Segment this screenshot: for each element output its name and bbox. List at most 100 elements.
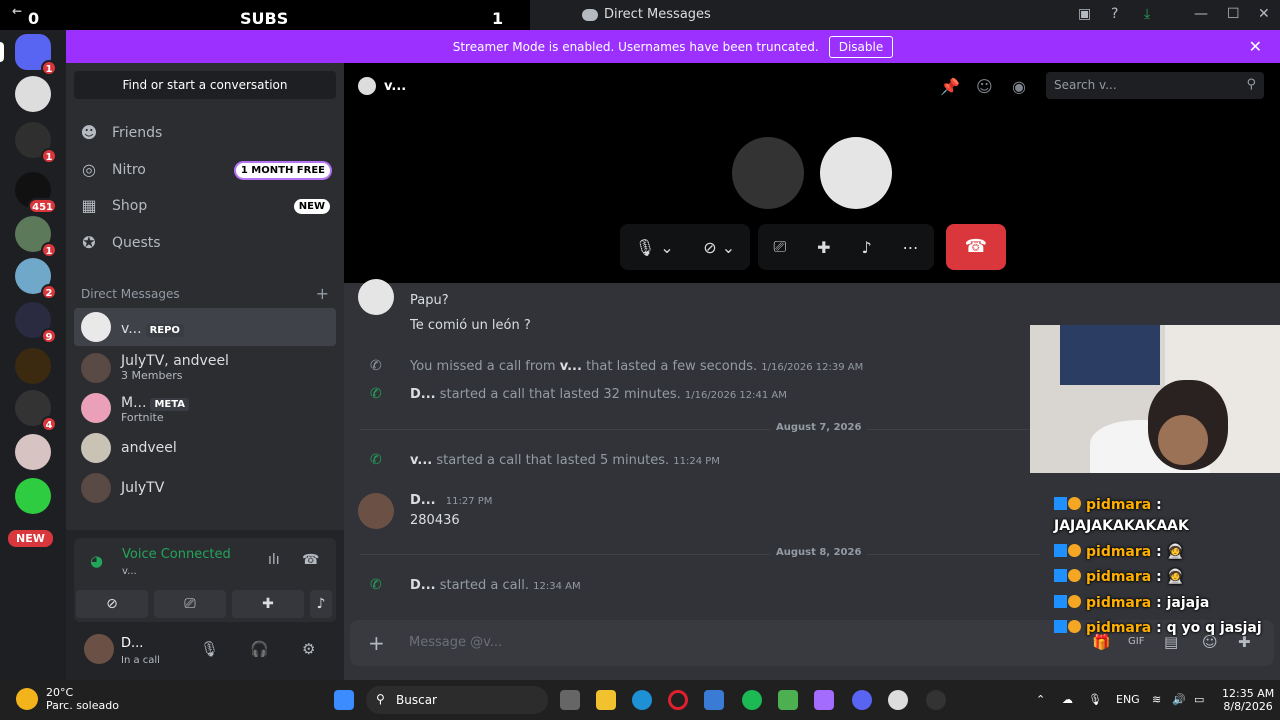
- dm-item[interactable]: andveel: [74, 429, 336, 467]
- nitro-icon: ◎: [82, 160, 96, 179]
- minimize-icon[interactable]: —: [1194, 6, 1208, 22]
- discord-taskbar-icon[interactable]: [852, 690, 872, 710]
- app-icon[interactable]: [926, 690, 946, 710]
- dm-item[interactable]: M... META Fortnite: [74, 389, 336, 427]
- nav-shop[interactable]: ▦ Shop NEW: [80, 190, 330, 222]
- signal-icon: ◕: [90, 552, 104, 570]
- gif-icon[interactable]: GIF: [1128, 636, 1144, 647]
- server-icon[interactable]: [15, 348, 51, 384]
- screen-share-button[interactable]: ⎚: [154, 590, 226, 618]
- user-status: In a call: [121, 655, 160, 666]
- add-friend-icon[interactable]: ☺: [976, 77, 993, 96]
- nav-friends[interactable]: ☻ Friends: [80, 117, 330, 149]
- wifi-icon[interactable]: ≋: [1152, 693, 1161, 706]
- mic-tray-icon[interactable]: 🎙: [1088, 693, 1102, 706]
- search-icon: ⚲: [1246, 77, 1256, 92]
- create-dm-icon[interactable]: +: [316, 284, 329, 303]
- disable-button[interactable]: Disable: [828, 35, 894, 58]
- headphones-icon[interactable]: 🎧: [250, 640, 269, 658]
- attach-plus-icon[interactable]: +: [368, 631, 385, 655]
- file-explorer-icon[interactable]: [596, 690, 616, 710]
- battery-icon[interactable]: ▭: [1194, 693, 1204, 706]
- camera-off-icon[interactable]: ⊘ ⌄: [703, 238, 735, 257]
- dm-item[interactable]: JulyTV, andveel 3 Members: [74, 349, 336, 387]
- pin-icon[interactable]: 📌: [940, 77, 960, 96]
- message-text: Papu?: [410, 293, 449, 308]
- app-icon[interactable]: [888, 690, 908, 710]
- activities-icon[interactable]: ✚: [817, 238, 830, 257]
- close-icon[interactable]: ✕: [1258, 6, 1270, 22]
- search-input[interactable]: Search v... ⚲: [1046, 72, 1264, 99]
- disconnect-icon[interactable]: ☎: [302, 552, 319, 568]
- settings-gear-icon[interactable]: ⚙: [302, 640, 315, 658]
- soundboard-icon[interactable]: ♪: [861, 238, 871, 257]
- server-icon[interactable]: 451: [15, 172, 57, 214]
- home-button[interactable]: 1: [15, 34, 57, 76]
- start-icon[interactable]: [334, 690, 354, 710]
- date-divider: August 8, 2026: [360, 547, 1040, 558]
- store-icon[interactable]: [704, 690, 724, 710]
- hang-up-button[interactable]: ☎: [946, 224, 1006, 270]
- download-icon[interactable]: ⤓: [1144, 6, 1150, 22]
- badge-icon: [1068, 620, 1081, 633]
- server-icon[interactable]: 2: [15, 258, 57, 300]
- find-conversation-button[interactable]: Find or start a conversation: [74, 71, 336, 99]
- dm-item[interactable]: v... REPO: [74, 308, 336, 346]
- stream-chat-line: pidmara : 🧑‍🚀: [1054, 544, 1184, 560]
- shop-tag: NEW: [293, 198, 330, 214]
- minecraft-icon[interactable]: [778, 690, 798, 710]
- onedrive-icon[interactable]: ☁: [1062, 693, 1073, 706]
- dm-avatar-server[interactable]: [15, 76, 51, 112]
- help-icon[interactable]: ?: [1111, 6, 1118, 22]
- avatar: [81, 393, 111, 423]
- taskbar-search[interactable]: ⚲ Buscar: [366, 686, 548, 714]
- call-actions: ⎚ ✚ ♪ ⋯: [758, 224, 934, 270]
- nav-quests[interactable]: ✪ Quests: [80, 227, 330, 259]
- soundboard-button[interactable]: ♪: [310, 590, 332, 618]
- tray-chevron-icon[interactable]: ⌃: [1036, 693, 1045, 706]
- dm-avatar-server[interactable]: 1: [15, 122, 57, 164]
- nav-nitro[interactable]: ◎ Nitro 1 MONTH FREE: [80, 154, 330, 186]
- screen-share-icon[interactable]: ⎚: [773, 237, 786, 257]
- avatar: [358, 77, 376, 95]
- activities-button[interactable]: ✚: [232, 590, 304, 618]
- volume-icon[interactable]: 🔊: [1172, 693, 1186, 706]
- badge-icon: [1068, 497, 1081, 510]
- microphone-icon[interactable]: 🎙 ⌄: [635, 238, 674, 257]
- avatar: [358, 279, 394, 315]
- opera-icon[interactable]: [668, 690, 688, 710]
- message-input[interactable]: Message @v...: [409, 635, 502, 650]
- more-icon[interactable]: ⋯: [903, 238, 919, 257]
- stream-chat-line: pidmara :: [1054, 497, 1162, 513]
- server-icon[interactable]: 4: [15, 390, 57, 432]
- server-icon[interactable]: [15, 434, 51, 470]
- spotify-icon[interactable]: [742, 690, 762, 710]
- language-indicator[interactable]: ENG: [1116, 693, 1140, 706]
- copilot-icon[interactable]: [814, 690, 834, 710]
- stream-chat-line: pidmara : 🧑‍🚀: [1054, 569, 1184, 585]
- microphone-icon[interactable]: 🎙: [200, 640, 219, 658]
- noise-suppression-icon[interactable]: ılı: [268, 552, 280, 568]
- system-message: D... started a call. 12:34 AM: [410, 578, 581, 593]
- clock[interactable]: 12:35 AM 8/8/2026: [1222, 687, 1274, 713]
- weather-widget[interactable]: 20°C Parc. soleado: [16, 686, 119, 712]
- close-banner-icon[interactable]: ✕: [1249, 37, 1262, 56]
- avatar: [81, 312, 111, 342]
- user-panel: D... In a call 🎙 🎧 ⚙: [66, 628, 344, 680]
- voice-channel: v...: [122, 566, 137, 577]
- chat-header: v...: [358, 77, 406, 95]
- clan-tag: REPO: [145, 323, 184, 337]
- camera-button[interactable]: ⊘: [76, 590, 148, 618]
- user-avatar[interactable]: [84, 634, 114, 664]
- inbox-icon[interactable]: ▣: [1078, 6, 1091, 22]
- server-icon[interactable]: 9: [15, 302, 57, 344]
- badge-icon: [1054, 595, 1067, 608]
- missed-call-icon: ✆: [370, 358, 382, 374]
- server-icon[interactable]: 1: [15, 216, 57, 258]
- maximize-icon[interactable]: ☐: [1227, 6, 1240, 22]
- edge-icon[interactable]: [632, 690, 652, 710]
- dm-item[interactable]: JulyTV: [74, 469, 336, 507]
- task-view-icon[interactable]: [560, 690, 580, 710]
- profile-icon[interactable]: ◉: [1012, 77, 1026, 96]
- server-icon[interactable]: [15, 478, 51, 514]
